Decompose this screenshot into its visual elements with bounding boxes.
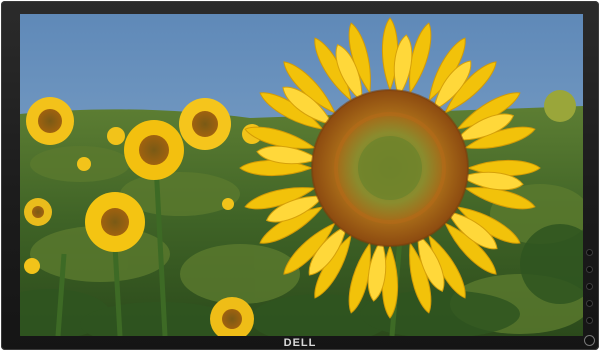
up-button[interactable]	[587, 267, 592, 272]
brand-logo: DELL	[283, 337, 317, 349]
sunflower-field-image	[20, 14, 583, 336]
screen-display	[20, 14, 583, 336]
down-button[interactable]	[587, 284, 592, 289]
menu-button[interactable]	[587, 250, 592, 255]
exit-button[interactable]	[587, 318, 592, 323]
monitor: DELL	[0, 0, 600, 351]
enter-button[interactable]	[587, 301, 592, 306]
main-sunflower	[239, 17, 541, 319]
power-icon[interactable]	[585, 336, 594, 345]
